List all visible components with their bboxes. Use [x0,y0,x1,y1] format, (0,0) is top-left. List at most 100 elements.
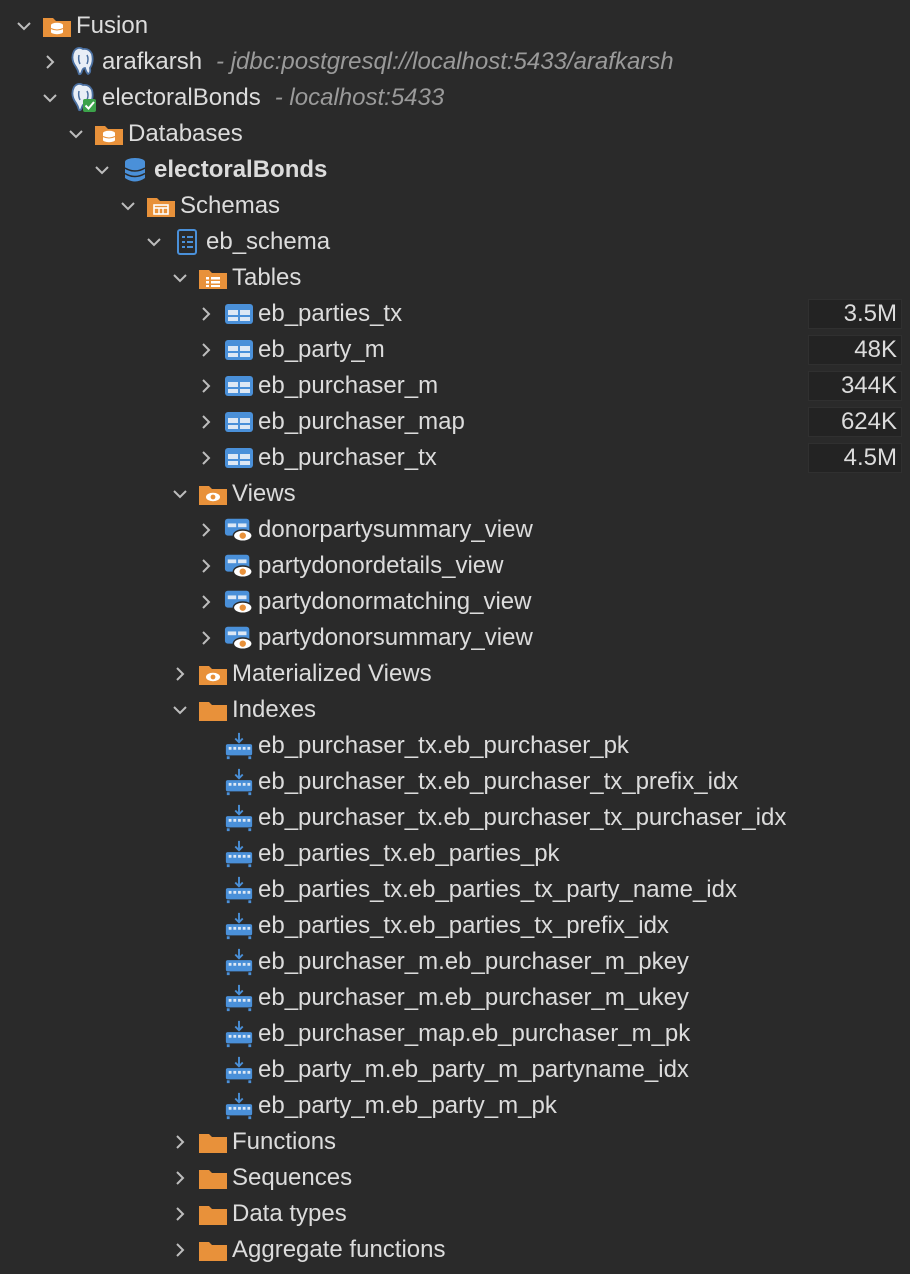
index-icon [224,908,254,944]
tree-node-label: Data types [232,1196,347,1232]
chevron-right-icon[interactable] [168,1196,192,1232]
folder-icon [198,1196,228,1232]
chevron-right-icon[interactable] [168,656,192,692]
index-icon [224,1016,254,1052]
tree-node-idx-3[interactable]: eb_purchaser_tx.eb_purchaser_tx_purchase… [0,800,910,836]
tree-node-eb-schema[interactable]: eb_schema [0,224,910,260]
chevron-down-icon[interactable] [168,260,192,296]
table-size-badge: 344K [808,371,902,401]
chevron-right-icon[interactable] [194,512,218,548]
tree-node-label: Aggregate functions [232,1232,445,1268]
connection-url: - localhost:5433 [274,84,445,111]
tree-node-label: Tables [232,260,301,296]
db-folder-icon [94,116,124,152]
chevron-right-icon[interactable] [194,332,218,368]
chevron-right-icon[interactable] [194,620,218,656]
chevron-right-icon[interactable] [168,1124,192,1160]
chevron-right-icon[interactable] [168,1232,192,1268]
node-name: eb_party_m.eb_party_m_partyname_idx [258,1056,689,1083]
node-name: eb_purchaser_map [258,408,465,435]
tree-node-partydonormatching-view[interactable]: partydonormatching_view [0,584,910,620]
chevron-down-icon[interactable] [90,152,114,188]
tree-node-eb-purchaser-m[interactable]: eb_purchaser_m 344K [0,368,910,404]
chevron-down-icon[interactable] [12,8,36,44]
postgres-connected-icon [68,80,98,116]
tree-node-schemas[interactable]: Schemas [0,188,910,224]
node-name: eb_purchaser_tx.eb_purchaser_tx_purchase… [258,804,787,831]
tree-node-electoralbonds-conn[interactable]: electoralBonds - localhost:5433 [0,80,910,116]
tree-node-databases[interactable]: Databases [0,116,910,152]
tree-node-idx-9[interactable]: eb_purchaser_map.eb_purchaser_m_pk [0,1016,910,1052]
tree-node-label: eb_party_m.eb_party_m_partyname_idx [258,1052,689,1088]
folder-icon [198,1160,228,1196]
node-name: Sequences [232,1164,353,1191]
index-icon [224,1088,254,1124]
postgres-icon [68,44,98,80]
chevron-right-icon[interactable] [194,404,218,440]
tree-node-donorpartysummary-view[interactable]: donorpartysummary_view [0,512,910,548]
tree-node-label: Databases [128,116,243,152]
index-icon [224,800,254,836]
tree-node-sequences[interactable]: Sequences [0,1160,910,1196]
tree-node-label: eb_parties_tx.eb_parties_tx_prefix_idx [258,908,669,944]
tree-node-electoralbonds-db[interactable]: electoralBonds [0,152,910,188]
tree-node-label: Fusion [76,8,148,44]
tree-node-idx-10[interactable]: eb_party_m.eb_party_m_partyname_idx [0,1052,910,1088]
tree-node-idx-8[interactable]: eb_purchaser_m.eb_purchaser_m_ukey [0,980,910,1016]
tree-node-idx-2[interactable]: eb_purchaser_tx.eb_purchaser_tx_prefix_i… [0,764,910,800]
node-name: Data types [232,1200,347,1227]
tree-node-eb-parties-tx[interactable]: eb_parties_tx 3.5M [0,296,910,332]
node-name: Tables [232,264,302,291]
index-icon [224,728,254,764]
chevron-down-icon[interactable] [168,692,192,728]
chevron-right-icon[interactable] [194,584,218,620]
chevron-down-icon[interactable] [64,116,88,152]
view-icon [224,512,254,548]
node-name: Schemas [180,192,281,219]
tree-node-data-types[interactable]: Data types [0,1196,910,1232]
tree-node-idx-1[interactable]: eb_purchaser_tx.eb_purchaser_pk [0,728,910,764]
index-icon [224,836,254,872]
chevron-down-icon[interactable] [116,188,140,224]
node-name: partydonorsummary_view [258,624,533,651]
tree-node-eb-purchaser-map[interactable]: eb_purchaser_map 624K [0,404,910,440]
node-name: eb_purchaser_m [258,372,439,399]
database-navigator-tree: Fusion arafkarsh - jdbc:postgresql://local… [0,0,910,1274]
tree-node-partydonordetails-view[interactable]: partydonordetails_view [0,548,910,584]
tree-node-views[interactable]: Views [0,476,910,512]
chevron-down-icon[interactable] [168,476,192,512]
tree-node-label: Indexes [232,692,316,728]
node-name: eb_purchaser_tx.eb_purchaser_tx_prefix_i… [258,768,739,795]
tree-node-arafkarsh[interactable]: arafkarsh - jdbc:postgresql://localhost:5… [0,44,910,80]
view-icon [224,584,254,620]
tree-node-eb-party-m[interactable]: eb_party_m 48K [0,332,910,368]
chevron-right-icon[interactable] [194,296,218,332]
tree-node-idx-7[interactable]: eb_purchaser_m.eb_purchaser_m_pkey [0,944,910,980]
tree-node-fusion[interactable]: Fusion [0,8,910,44]
chevron-right-icon[interactable] [194,440,218,476]
chevron-right-icon[interactable] [168,1160,192,1196]
tree-node-label: Views [232,476,296,512]
tree-node-tables[interactable]: Tables [0,260,910,296]
tree-node-eb-purchaser-tx[interactable]: eb_purchaser_tx 4.5M [0,440,910,476]
tree-node-label: eb_parties_tx [258,296,402,332]
tree-node-idx-4[interactable]: eb_parties_tx.eb_parties_pk [0,836,910,872]
tree-node-idx-11[interactable]: eb_party_m.eb_party_m_pk [0,1088,910,1124]
table-size-badge: 624K [808,407,902,437]
table-icon [224,332,254,368]
node-name: electoralBonds [102,84,261,111]
node-name: Views [232,480,296,507]
chevron-down-icon[interactable] [38,80,62,116]
chevron-right-icon[interactable] [38,44,62,80]
chevron-down-icon[interactable] [142,224,166,260]
tree-node-idx-5[interactable]: eb_parties_tx.eb_parties_tx_party_name_i… [0,872,910,908]
tree-node-functions[interactable]: Functions [0,1124,910,1160]
tree-node-materialized-views[interactable]: Materialized Views [0,656,910,692]
chevron-right-icon[interactable] [194,548,218,584]
tree-node-indexes[interactable]: Indexes [0,692,910,728]
tree-node-aggregate-functions[interactable]: Aggregate functions [0,1232,910,1268]
tree-node-idx-6[interactable]: eb_parties_tx.eb_parties_tx_prefix_idx [0,908,910,944]
tree-node-label: eb_purchaser_m.eb_purchaser_m_ukey [258,980,689,1016]
tree-node-partydonorsummary-view[interactable]: partydonorsummary_view [0,620,910,656]
chevron-right-icon[interactable] [194,368,218,404]
